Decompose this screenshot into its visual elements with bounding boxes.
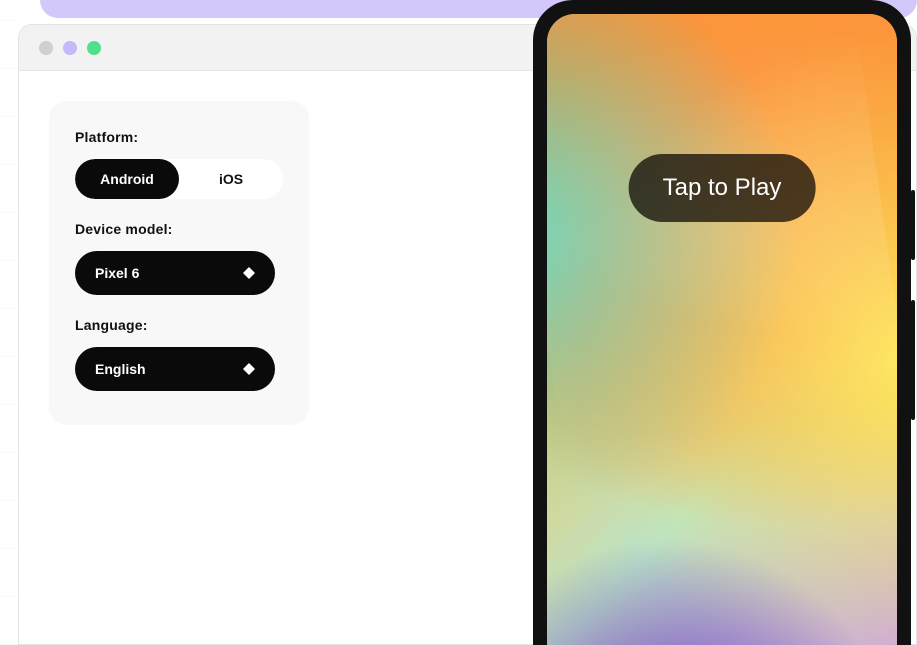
traffic-close-icon[interactable]: [39, 41, 53, 55]
chevron-sort-icon: [243, 267, 255, 279]
tap-to-play-button[interactable]: Tap to Play: [629, 154, 816, 222]
device-model-label: Device model:: [75, 221, 283, 237]
device-frame: Tap to Play: [533, 0, 911, 645]
device-model-value: Pixel 6: [95, 265, 139, 281]
chevron-sort-icon: [243, 363, 255, 375]
device-volume-button-icon: [911, 300, 915, 420]
settings-panel: Platform: Android iOS Device model: Pixe…: [49, 101, 309, 425]
wallpaper-highlight: [547, 14, 897, 645]
platform-android-button[interactable]: Android: [75, 159, 179, 199]
traffic-minimize-icon[interactable]: [63, 41, 77, 55]
device-power-button-icon: [911, 190, 915, 260]
page-grid-guides: [0, 0, 18, 645]
language-dropdown[interactable]: English: [75, 347, 275, 391]
platform-ios-button[interactable]: iOS: [179, 159, 283, 199]
platform-segmented-control: Android iOS: [75, 159, 283, 199]
traffic-zoom-icon[interactable]: [87, 41, 101, 55]
device-screen: Tap to Play: [547, 14, 897, 645]
language-value: English: [95, 361, 146, 377]
language-label: Language:: [75, 317, 283, 333]
platform-label: Platform:: [75, 129, 283, 145]
device-model-dropdown[interactable]: Pixel 6: [75, 251, 275, 295]
